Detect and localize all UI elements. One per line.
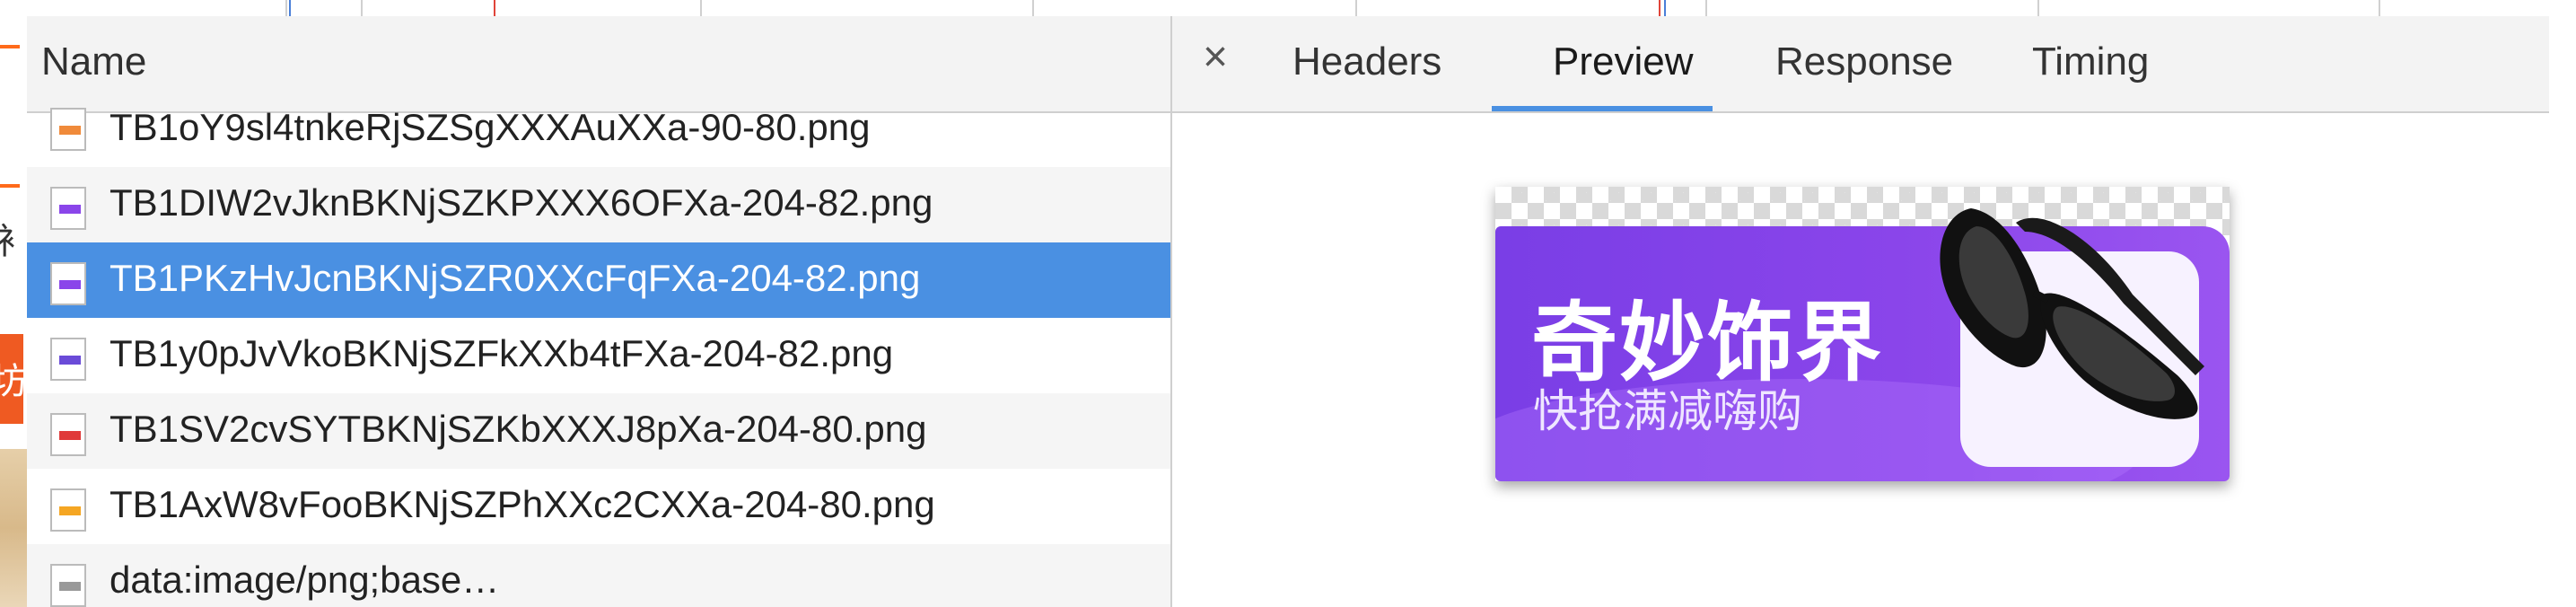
request-name: TB1DIW2vJknBKNjSZKPXXX6OFXa-204-82.png: [110, 181, 933, 224]
name-column-header[interactable]: Name: [27, 16, 1170, 113]
file-image-icon: [50, 338, 86, 381]
request-row[interactable]: data:image/png;base…: [27, 544, 1170, 607]
request-name: TB1oY9sl4tnkeRjSZSgXXXAuXXa-90-80.png: [110, 106, 871, 148]
request-name: TB1y0pJvVkoBKNjSZFkXXb4tFXa-204-82.png: [110, 332, 894, 374]
tab-headers[interactable]: Headers: [1292, 40, 1441, 84]
request-name: TB1PKzHvJcnBKNjSZR0XXcFqFXa-204-82.png: [110, 257, 921, 299]
page-text-fragment: 衤: [0, 222, 27, 261]
request-name: data:image/png;base…: [110, 559, 500, 601]
timeline-load-marker: [1659, 0, 1660, 16]
page-accent-line: [0, 184, 20, 188]
request-row-selected[interactable]: TB1PKzHvJcnBKNjSZR0XXcFqFXa-204-82.png: [27, 242, 1170, 318]
timeline-tick: [2379, 0, 2380, 16]
background-page-strip: 衤 坊: [0, 0, 27, 607]
file-image-icon: [50, 187, 86, 230]
tab-preview[interactable]: Preview: [1553, 40, 1694, 84]
file-thumb-swatch: [59, 205, 81, 214]
timeline-tick: [1705, 0, 1707, 16]
request-details: × Headers Preview Response Timing 奇妙饰界 快…: [1172, 16, 2549, 607]
devtools-network-panel: Name TB1oY9sl4tnkeRjSZSgXXXAuXXa-90-80.p…: [27, 16, 2549, 607]
request-rows: TB1oY9sl4tnkeRjSZSgXXXAuXXa-90-80.png TB…: [27, 106, 1170, 607]
file-image-icon: [50, 413, 86, 456]
file-image-icon: [50, 262, 86, 305]
timeline-tick: [700, 0, 702, 16]
page-orange-block: 坊: [0, 334, 27, 424]
timeline-tick: [2037, 0, 2039, 16]
tab-response[interactable]: Response: [1775, 40, 1953, 84]
request-name: TB1SV2cvSYTBKNjSZKbXXXJ8pXa-204-80.png: [110, 408, 927, 450]
request-name: TB1AxW8vFooBKNjSZPhXXc2CXXa-204-80.png: [110, 483, 935, 525]
request-row[interactable]: TB1DIW2vJknBKNjSZKPXXX6OFXa-204-82.png: [27, 167, 1170, 242]
sunglasses-icon: [1940, 208, 2204, 419]
image-preview: 奇妙饰界 快抢满减嗨购: [1495, 187, 2230, 481]
timeline-tick: [1032, 0, 1034, 16]
timeline-tick: [285, 0, 287, 16]
request-row[interactable]: TB1y0pJvVkoBKNjSZFkXXb4tFXa-204-82.png: [27, 318, 1170, 393]
file-image-icon: [50, 488, 86, 532]
timeline-load-marker: [494, 0, 495, 16]
page-block-text: 坊: [0, 362, 27, 401]
name-column-label: Name: [41, 40, 147, 84]
timeline-tick: [1355, 0, 1357, 16]
file-image-icon: [50, 108, 86, 151]
tab-timing[interactable]: Timing: [2032, 40, 2149, 84]
file-thumb-swatch: [59, 582, 81, 591]
timeline-domcontentloaded-marker: [1664, 0, 1666, 16]
request-row[interactable]: TB1AxW8vFooBKNjSZPhXXc2CXXa-204-80.png: [27, 469, 1170, 544]
page-photo: [0, 449, 27, 607]
file-thumb-swatch: [59, 506, 81, 515]
timeline-domcontentloaded-marker: [289, 0, 291, 16]
network-timeline[interactable]: [27, 0, 2549, 18]
page-accent-line: [0, 45, 20, 48]
active-tab-indicator: [1492, 106, 1713, 111]
details-tabbar: × Headers Preview Response Timing: [1172, 16, 2549, 113]
banner-subtitle: 快抢满减嗨购: [1533, 386, 1802, 436]
request-row[interactable]: TB1oY9sl4tnkeRjSZSgXXXAuXXa-90-80.png: [27, 106, 1170, 167]
file-data-icon: [50, 564, 86, 607]
file-thumb-swatch: [59, 126, 81, 135]
request-list: Name TB1oY9sl4tnkeRjSZSgXXXAuXXa-90-80.p…: [27, 16, 1172, 607]
request-row[interactable]: TB1SV2cvSYTBKNjSZKbXXXJ8pXa-204-80.png: [27, 393, 1170, 469]
close-icon[interactable]: ×: [1203, 36, 1228, 79]
file-thumb-swatch: [59, 431, 81, 440]
timeline-tick: [361, 0, 363, 16]
file-thumb-swatch: [59, 280, 81, 289]
file-thumb-swatch: [59, 356, 81, 365]
